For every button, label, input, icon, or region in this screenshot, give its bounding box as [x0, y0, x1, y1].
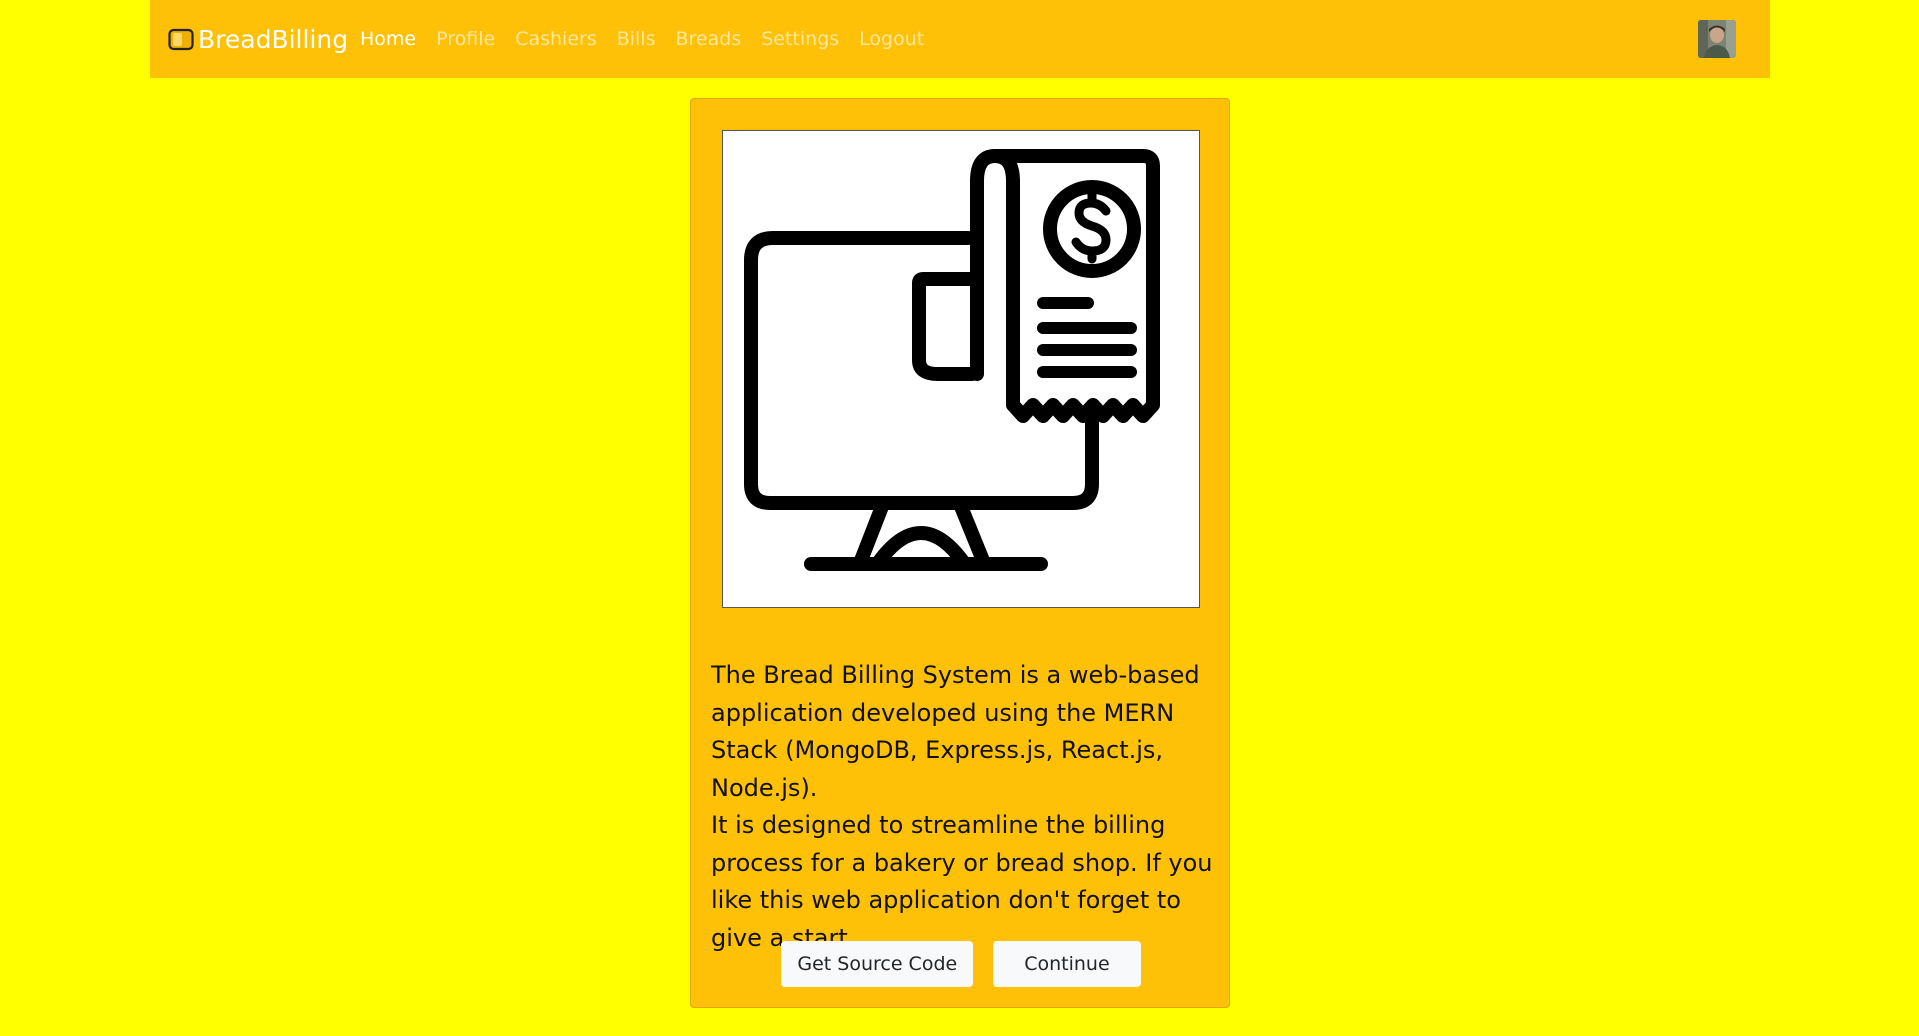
get-source-code-button[interactable]: Get Source Code	[781, 941, 974, 987]
card-description: The Bread Billing System is a web-based …	[711, 657, 1216, 957]
nav-links: Home Profile Cashiers Bills Breads Setti…	[360, 0, 944, 78]
nav-link-bills[interactable]: Bills	[617, 28, 656, 50]
card-image	[722, 130, 1200, 608]
nav-link-profile[interactable]: Profile	[436, 28, 495, 50]
nav-link-home[interactable]: Home	[360, 28, 416, 50]
nav-link-settings[interactable]: Settings	[761, 28, 839, 50]
brand-name: BreadBilling	[198, 24, 349, 54]
nav-link-cashiers[interactable]: Cashiers	[515, 28, 597, 50]
computer-bill-icon	[744, 149, 1160, 571]
description-paragraph-2: It is designed to streamline the billing…	[711, 811, 1213, 952]
description-paragraph-1: The Bread Billing System is a web-based …	[711, 661, 1200, 802]
nav-link-breads[interactable]: Breads	[676, 28, 742, 50]
brand-link[interactable]: BreadBilling	[168, 0, 348, 78]
card-actions: Get Source Code Continue	[691, 941, 1231, 987]
continue-button[interactable]: Continue	[993, 941, 1141, 987]
nav-link-logout[interactable]: Logout	[859, 28, 924, 50]
avatar-image	[1698, 20, 1736, 58]
user-avatar[interactable]	[1698, 20, 1736, 58]
bread-icon	[168, 28, 194, 51]
navbar: BreadBilling Home Profile Cashiers Bills…	[150, 0, 1770, 78]
intro-card: The Bread Billing System is a web-based …	[690, 98, 1230, 1008]
